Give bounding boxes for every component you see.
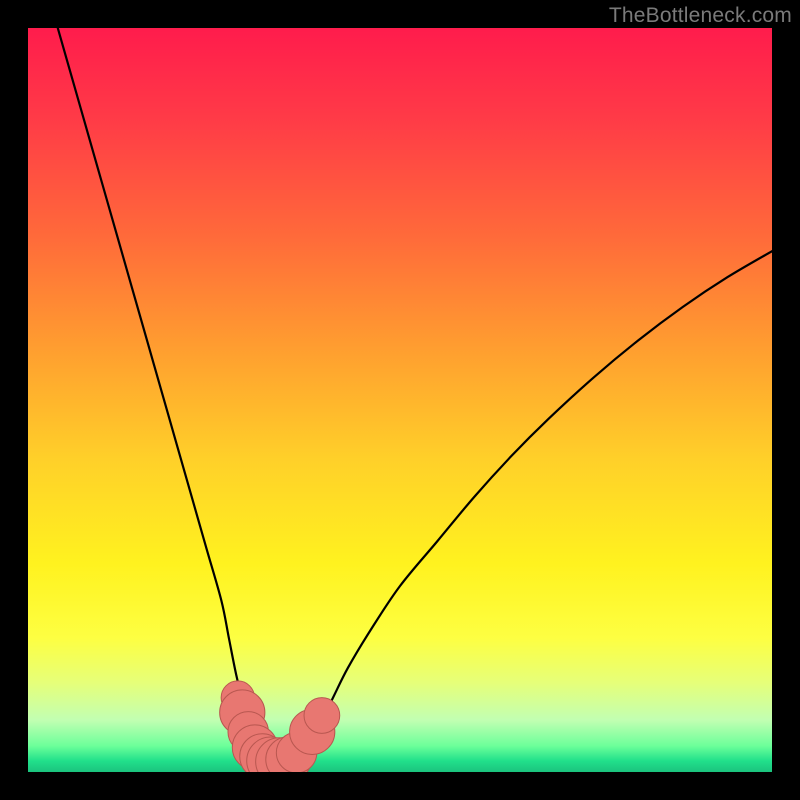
chart-frame: TheBottleneck.com: [0, 0, 800, 800]
trough-marker: [304, 698, 340, 734]
curve-layer: [28, 28, 772, 772]
bottleneck-curve: [58, 28, 772, 763]
trough-markers: [220, 681, 340, 772]
watermark-text: TheBottleneck.com: [609, 4, 792, 28]
plot-area: [28, 28, 772, 772]
